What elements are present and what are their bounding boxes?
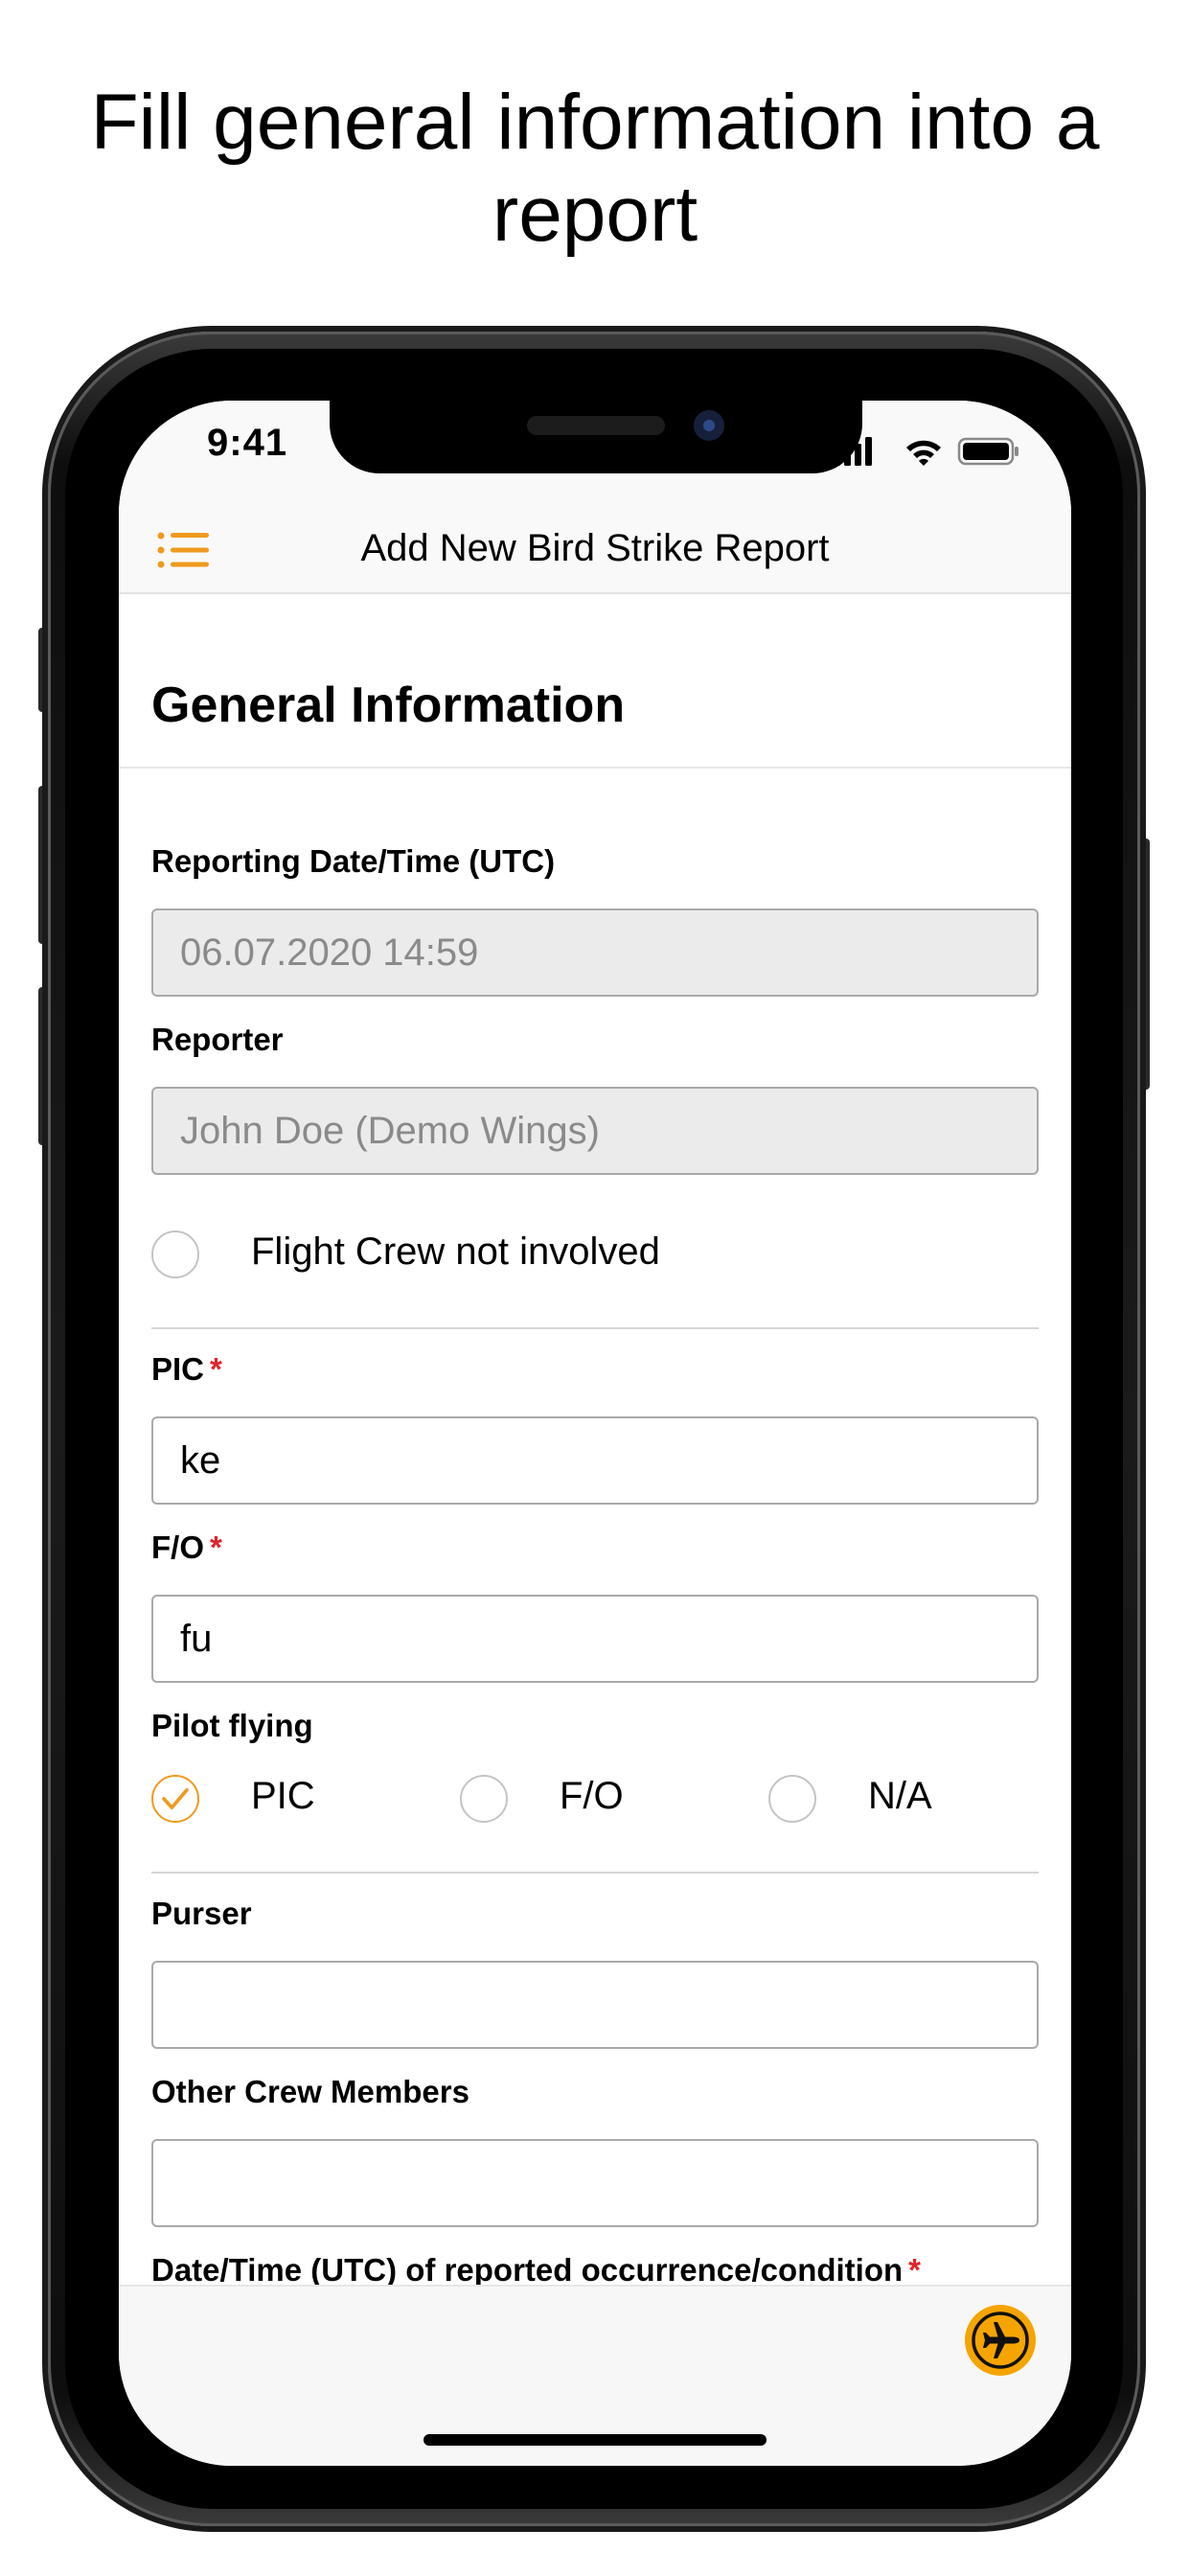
section-divider <box>119 767 1071 769</box>
row-divider <box>151 1872 1039 1874</box>
pilot-flying-options: PIC F/O N/A <box>151 1771 1039 1828</box>
pic-radio-checked[interactable] <box>151 1775 199 1823</box>
status-icons <box>834 437 1018 466</box>
section-title: General Information <box>151 678 626 733</box>
pilot-flying-label: Pilot flying <box>151 1708 313 1743</box>
battery-icon <box>957 437 1018 466</box>
occurrence-datetime-label: Date/Time (UTC) of reported occurrence/c… <box>151 2252 921 2285</box>
pic-label: PIC * <box>151 1351 222 1387</box>
flight-crew-not-involved-row: Flight Crew not involved <box>151 1227 1039 1284</box>
fo-radio[interactable] <box>460 1775 508 1823</box>
other-crew-input[interactable] <box>151 2139 1039 2227</box>
checkmark-icon <box>162 1787 189 1810</box>
home-indicator[interactable] <box>423 2434 767 2446</box>
app-screen: 9:41 Add New Bird Strike Report General … <box>119 401 1071 2466</box>
flight-crew-not-involved-toggle[interactable]: Flight Crew not involved <box>151 1227 822 1284</box>
bottom-toolbar <box>119 2285 1071 2466</box>
status-time: 9:41 <box>207 422 288 464</box>
pilot-flying-option-fo[interactable]: F/O <box>460 1771 747 1828</box>
front-camera <box>694 410 724 441</box>
required-mark: * <box>210 1351 222 1387</box>
reporter-label: Reporter <box>151 1022 284 1057</box>
required-mark: * <box>210 1530 222 1565</box>
required-mark: * <box>908 2252 921 2285</box>
pilot-flying-option-label: PIC <box>251 1775 315 1817</box>
wifi-icon <box>906 440 941 466</box>
purser-label: Purser <box>151 1896 252 1931</box>
flight-crew-not-involved-radio[interactable] <box>151 1230 199 1278</box>
fo-input[interactable] <box>151 1595 1039 1683</box>
row-divider <box>151 1327 1039 1329</box>
reporting-datetime-field <box>151 908 1039 997</box>
report-form[interactable]: General Information Reporting Date/Time … <box>119 594 1071 2285</box>
signal-icon <box>834 437 872 466</box>
airplane-icon[interactable] <box>964 2304 1037 2377</box>
reporting-datetime-label: Reporting Date/Time (UTC) <box>151 843 556 879</box>
purser-input[interactable] <box>151 1961 1039 2049</box>
nav-title: Add New Bird Strike Report <box>360 527 830 569</box>
notch <box>330 401 862 473</box>
pic-input[interactable] <box>151 1416 1039 1505</box>
pilot-flying-option-label: F/O <box>560 1775 624 1817</box>
na-radio[interactable] <box>768 1775 816 1823</box>
flight-crew-not-involved-label: Flight Crew not involved <box>251 1230 660 1273</box>
pilot-flying-option-na[interactable]: N/A <box>768 1771 1039 1828</box>
other-crew-label: Other Crew Members <box>151 2074 469 2109</box>
speaker-grille <box>527 416 665 435</box>
page-headline: Fill general information into a report <box>90 79 1100 258</box>
navigation-bar: Add New Bird Strike Report <box>119 506 1071 594</box>
pilot-flying-option-label: N/A <box>868 1775 932 1817</box>
reporter-field <box>151 1087 1039 1175</box>
fo-label: F/O * <box>151 1530 222 1565</box>
pilot-flying-option-pic[interactable]: PIC <box>151 1771 439 1828</box>
list-menu-icon[interactable] <box>157 531 211 569</box>
status-bar: 9:41 <box>119 401 1071 506</box>
